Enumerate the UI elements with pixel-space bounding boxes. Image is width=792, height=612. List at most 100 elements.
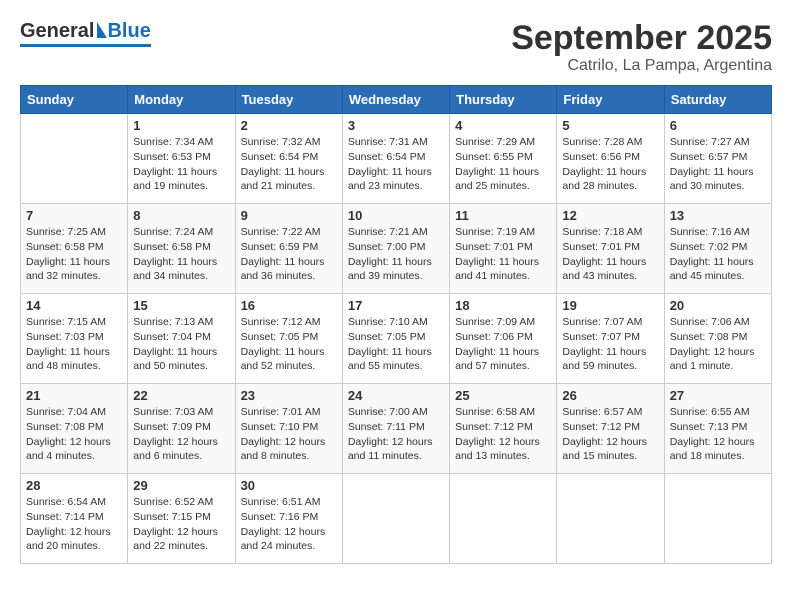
day-info: Sunrise: 7:24 AMSunset: 6:58 PMDaylight:…: [133, 225, 229, 284]
calendar-cell: 28Sunrise: 6:54 AMSunset: 7:14 PMDayligh…: [21, 474, 128, 564]
calendar-cell: 9 Sunrise: 7:22 AMSunset: 6:59 PMDaylight…: [235, 204, 342, 294]
calendar-cell: [450, 474, 557, 564]
day-number: 23: [241, 388, 337, 403]
day-info: Sunrise: 7:13 AMSunset: 7:04 PMDaylight:…: [133, 315, 229, 374]
calendar-cell: 20 Sunrise: 7:06 AMSunset: 7:08 PMDayligh…: [664, 294, 771, 384]
calendar-cell: 11Sunrise: 7:19 AMSunset: 7:01 PMDayligh…: [450, 204, 557, 294]
page-title: September 2025: [511, 20, 772, 57]
day-info: Sunrise: 7:28 AMSunset: 6:56 PMDaylight:…: [562, 135, 658, 194]
day-info: Sunrise: 7:06 AMSunset: 7:08 PMDaylight:…: [670, 315, 766, 374]
header-day-saturday: Saturday: [664, 86, 771, 114]
day-number: 30: [241, 478, 337, 493]
calendar-table: SundayMondayTuesdayWednesdayThursdayFrid…: [20, 85, 772, 564]
calendar-cell: 16 Sunrise: 7:12 AMSunset: 7:05 PMDayligh…: [235, 294, 342, 384]
calendar-cell: 14Sunrise: 7:15 AMSunset: 7:03 PMDayligh…: [21, 294, 128, 384]
day-number: 3: [348, 118, 444, 133]
day-info: Sunrise: 7:27 AMSunset: 6:57 PMDaylight:…: [670, 135, 766, 194]
week-row-1: 1Sunrise: 7:34 AMSunset: 6:53 PMDaylight…: [21, 114, 772, 204]
day-info: Sunrise: 7:07 AMSunset: 7:07 PMDaylight:…: [562, 315, 658, 374]
calendar-cell: 1Sunrise: 7:34 AMSunset: 6:53 PMDaylight…: [128, 114, 235, 204]
day-number: 27: [670, 388, 766, 403]
day-info: Sunrise: 7:03 AMSunset: 7:09 PMDaylight:…: [133, 405, 229, 464]
header-row: SundayMondayTuesdayWednesdayThursdayFrid…: [21, 86, 772, 114]
day-number: 13: [670, 208, 766, 223]
day-info: Sunrise: 7:32 AMSunset: 6:54 PMDaylight:…: [241, 135, 337, 194]
calendar-cell: 12Sunrise: 7:18 AMSunset: 7:01 PMDayligh…: [557, 204, 664, 294]
day-number: 6: [670, 118, 766, 133]
calendar-cell: 23 Sunrise: 7:01 AMSunset: 7:10 PMDayligh…: [235, 384, 342, 474]
week-row-4: 21Sunrise: 7:04 AMSunset: 7:08 PMDayligh…: [21, 384, 772, 474]
day-info: Sunrise: 7:21 AMSunset: 7:00 PMDaylight:…: [348, 225, 444, 284]
day-number: 10: [348, 208, 444, 223]
day-info: Sunrise: 7:12 AMSunset: 7:05 PMDaylight:…: [241, 315, 337, 374]
day-number: 26: [562, 388, 658, 403]
day-number: 18: [455, 298, 551, 313]
day-info: Sunrise: 7:01 AMSunset: 7:10 PMDaylight:…: [241, 405, 337, 464]
day-info: Sunrise: 6:57 AMSunset: 7:12 PMDaylight:…: [562, 405, 658, 464]
week-row-2: 7 Sunrise: 7:25 AMSunset: 6:58 PMDaylight…: [21, 204, 772, 294]
day-info: Sunrise: 6:54 AMSunset: 7:14 PMDaylight:…: [26, 495, 122, 554]
day-number: 5: [562, 118, 658, 133]
calendar-body: 1Sunrise: 7:34 AMSunset: 6:53 PMDaylight…: [21, 114, 772, 564]
day-info: Sunrise: 7:29 AMSunset: 6:55 PMDaylight:…: [455, 135, 551, 194]
header-day-tuesday: Tuesday: [235, 86, 342, 114]
calendar-cell: 8 Sunrise: 7:24 AMSunset: 6:58 PMDaylight…: [128, 204, 235, 294]
day-info: Sunrise: 7:22 AMSunset: 6:59 PMDaylight:…: [241, 225, 337, 284]
day-info: Sunrise: 7:15 AMSunset: 7:03 PMDaylight:…: [26, 315, 122, 374]
day-info: Sunrise: 7:31 AMSunset: 6:54 PMDaylight:…: [348, 135, 444, 194]
calendar-cell: 26 Sunrise: 6:57 AMSunset: 7:12 PMDayligh…: [557, 384, 664, 474]
day-info: Sunrise: 7:09 AMSunset: 7:06 PMDaylight:…: [455, 315, 551, 374]
calendar-cell: 29 Sunrise: 6:52 AMSunset: 7:15 PMDayligh…: [128, 474, 235, 564]
calendar-cell: 21Sunrise: 7:04 AMSunset: 7:08 PMDayligh…: [21, 384, 128, 474]
day-info: Sunrise: 7:04 AMSunset: 7:08 PMDaylight:…: [26, 405, 122, 464]
header-day-sunday: Sunday: [21, 86, 128, 114]
calendar-cell: 6 Sunrise: 7:27 AMSunset: 6:57 PMDaylight…: [664, 114, 771, 204]
calendar-cell: 15Sunrise: 7:13 AMSunset: 7:04 PMDayligh…: [128, 294, 235, 384]
day-info: Sunrise: 6:52 AMSunset: 7:15 PMDaylight:…: [133, 495, 229, 554]
day-info: Sunrise: 7:16 AMSunset: 7:02 PMDaylight:…: [670, 225, 766, 284]
day-info: Sunrise: 7:19 AMSunset: 7:01 PMDaylight:…: [455, 225, 551, 284]
day-number: 9: [241, 208, 337, 223]
logo-underline: [20, 44, 151, 47]
calendar-cell: 7 Sunrise: 7:25 AMSunset: 6:58 PMDaylight…: [21, 204, 128, 294]
calendar-cell: 2 Sunrise: 7:32 AMSunset: 6:54 PMDaylight…: [235, 114, 342, 204]
calendar-cell: [342, 474, 449, 564]
page-subtitle: Catrilo, La Pampa, Argentina: [511, 57, 772, 75]
calendar-cell: 3 Sunrise: 7:31 AMSunset: 6:54 PMDaylight…: [342, 114, 449, 204]
day-info: Sunrise: 6:58 AMSunset: 7:12 PMDaylight:…: [455, 405, 551, 464]
calendar-header: SundayMondayTuesdayWednesdayThursdayFrid…: [21, 86, 772, 114]
day-number: 17: [348, 298, 444, 313]
day-info: Sunrise: 7:25 AMSunset: 6:58 PMDaylight:…: [26, 225, 122, 284]
calendar-cell: 5 Sunrise: 7:28 AMSunset: 6:56 PMDaylight…: [557, 114, 664, 204]
day-number: 20: [670, 298, 766, 313]
logo-general: General: [20, 20, 94, 43]
logo: General Blue: [20, 20, 151, 47]
day-number: 4: [455, 118, 551, 133]
calendar-cell: 22Sunrise: 7:03 AMSunset: 7:09 PMDayligh…: [128, 384, 235, 474]
day-info: Sunrise: 7:34 AMSunset: 6:53 PMDaylight:…: [133, 135, 229, 194]
day-number: 7: [26, 208, 122, 223]
week-row-3: 14Sunrise: 7:15 AMSunset: 7:03 PMDayligh…: [21, 294, 772, 384]
day-info: Sunrise: 6:55 AMSunset: 7:13 PMDaylight:…: [670, 405, 766, 464]
day-number: 24: [348, 388, 444, 403]
week-row-5: 28Sunrise: 6:54 AMSunset: 7:14 PMDayligh…: [21, 474, 772, 564]
header-day-friday: Friday: [557, 86, 664, 114]
title-block: September 2025 Catrilo, La Pampa, Argent…: [511, 20, 772, 75]
calendar-cell: 27 Sunrise: 6:55 AMSunset: 7:13 PMDayligh…: [664, 384, 771, 474]
calendar-cell: [557, 474, 664, 564]
day-number: 8: [133, 208, 229, 223]
logo-triangle-icon: [97, 22, 107, 38]
calendar-cell: 24Sunrise: 7:00 AMSunset: 7:11 PMDayligh…: [342, 384, 449, 474]
calendar-cell: 18 Sunrise: 7:09 AMSunset: 7:06 PMDayligh…: [450, 294, 557, 384]
page-header: General Blue September 2025 Catrilo, La …: [20, 20, 772, 75]
day-number: 2: [241, 118, 337, 133]
header-day-wednesday: Wednesday: [342, 86, 449, 114]
day-info: Sunrise: 6:51 AMSunset: 7:16 PMDaylight:…: [241, 495, 337, 554]
day-number: 29: [133, 478, 229, 493]
calendar-cell: 25 Sunrise: 6:58 AMSunset: 7:12 PMDayligh…: [450, 384, 557, 474]
day-number: 16: [241, 298, 337, 313]
calendar-cell: [664, 474, 771, 564]
day-number: 25: [455, 388, 551, 403]
header-day-thursday: Thursday: [450, 86, 557, 114]
calendar-cell: 13 Sunrise: 7:16 AMSunset: 7:02 PMDayligh…: [664, 204, 771, 294]
